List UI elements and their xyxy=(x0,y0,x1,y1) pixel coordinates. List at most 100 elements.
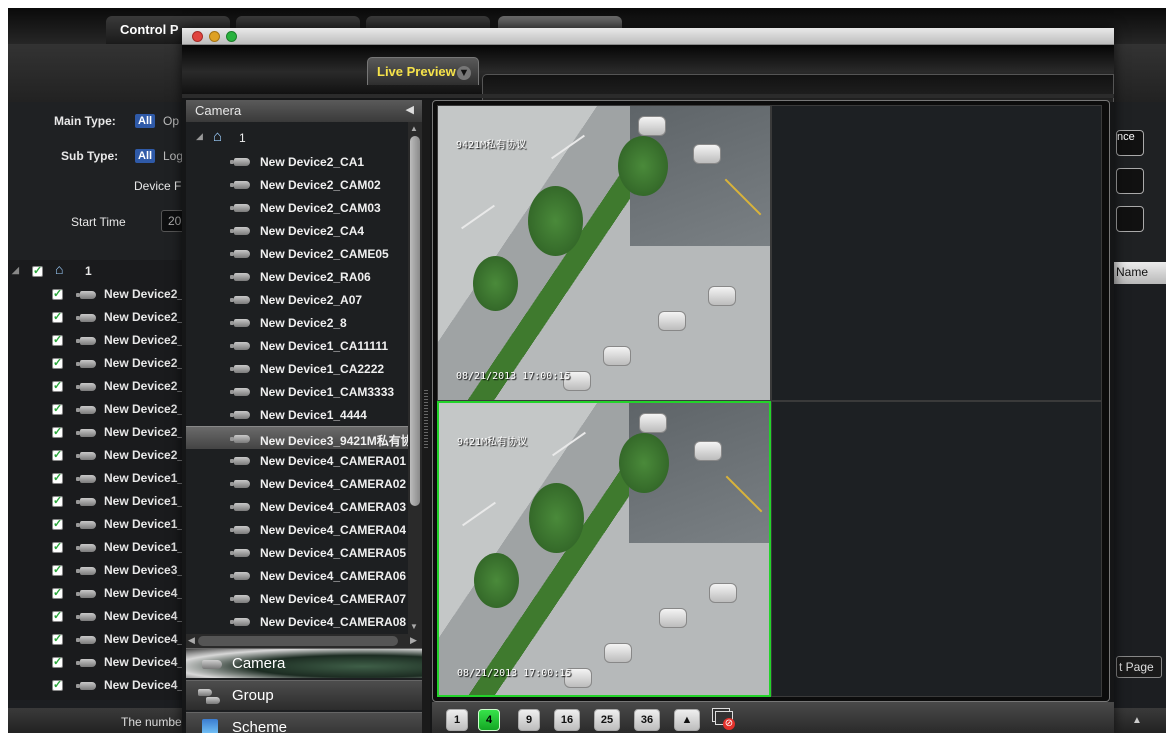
more-layouts-button[interactable]: ▲ xyxy=(674,709,700,731)
expand-icon[interactable]: ◢ xyxy=(12,265,19,276)
camera-list-item[interactable]: New Device2_RA06 xyxy=(186,265,408,288)
name-column-header[interactable]: Name xyxy=(1112,262,1166,284)
layout-36-button[interactable]: 36 xyxy=(634,709,660,731)
video-cell-1[interactable]: 9421M私有协议 08/21/2013 17:00:15 xyxy=(437,105,771,401)
scroll-left-icon[interactable]: ◀ xyxy=(188,635,195,646)
camera-list-item[interactable]: New Device1_CAM3333 xyxy=(186,380,408,403)
tree-device-row[interactable]: New Device1_ xyxy=(8,467,184,490)
checkbox-checked-icon[interactable] xyxy=(52,356,63,369)
scroll-down-icon[interactable]: ▼ xyxy=(410,622,418,631)
tree-device-row[interactable]: New Device3_ xyxy=(8,559,184,582)
camera-list-item[interactable]: New Device2_CA4 xyxy=(186,219,408,242)
checkbox-checked-icon[interactable] xyxy=(32,264,43,277)
tree-device-row[interactable]: New Device4_ xyxy=(8,628,184,651)
tree-device-row[interactable]: New Device4_ xyxy=(8,674,184,697)
nav-scheme-button[interactable]: Scheme xyxy=(186,712,422,733)
nav-camera-button[interactable]: Camera xyxy=(186,648,422,678)
checkbox-checked-icon[interactable] xyxy=(52,402,63,415)
right-edge-field[interactable] xyxy=(1116,168,1144,194)
camera-list-item[interactable]: New Device1_CA2222 xyxy=(186,357,408,380)
scrollbar-thumb[interactable] xyxy=(198,636,398,646)
layout-1-button[interactable]: 1 xyxy=(446,709,468,731)
tree-device-row[interactable]: New Device1_ xyxy=(8,513,184,536)
next-page-button[interactable]: t Page xyxy=(1116,656,1162,678)
camera-list-item[interactable]: New Device4_CAMERA05 xyxy=(186,541,408,564)
checkbox-checked-icon[interactable] xyxy=(52,563,63,576)
camera-list-item[interactable]: New Device3_9421M私有协议 xyxy=(186,426,408,449)
tree-device-row[interactable]: New Device2_ xyxy=(8,283,184,306)
sub-type-all-option[interactable]: All xyxy=(135,149,156,163)
layout-16-button[interactable]: 16 xyxy=(554,709,580,731)
camera-list-item[interactable]: New Device2_A07 xyxy=(186,288,408,311)
scroll-right-icon[interactable]: ▶ xyxy=(410,635,417,646)
camera-list-item[interactable]: New Device2_CA1 xyxy=(186,150,408,173)
scrollbar-thumb[interactable] xyxy=(410,136,420,506)
camera-list-item[interactable]: New Device4_CAMERA07 xyxy=(186,587,408,610)
checkbox-checked-icon[interactable] xyxy=(52,379,63,392)
tab-live-preview[interactable]: Live Preview * ▼ xyxy=(367,57,479,85)
checkbox-checked-icon[interactable] xyxy=(52,425,63,438)
camera-list-item[interactable]: New Device2_CAM02 xyxy=(186,173,408,196)
tree-device-row[interactable]: New Device2_ xyxy=(8,398,184,421)
camera-list-item[interactable]: New Device4_CAMERA08 xyxy=(186,610,408,633)
checkbox-checked-icon[interactable] xyxy=(52,586,63,599)
main-type-all-option[interactable]: All xyxy=(135,114,156,128)
scroll-up-icon[interactable]: ▲ xyxy=(410,124,418,133)
expand-icon[interactable]: ◢ xyxy=(196,131,203,142)
camera-list-item[interactable]: New Device4_CAMERA01 xyxy=(186,449,408,472)
nav-group-button[interactable]: Group xyxy=(186,680,422,710)
camera-tree-root[interactable]: ◢ ⌂ 1 xyxy=(186,128,408,148)
tree-device-row[interactable]: New Device2_ xyxy=(8,444,184,467)
tree-device-row[interactable]: New Device1_ xyxy=(8,536,184,559)
tab-close-icon[interactable]: ▼ xyxy=(457,66,471,80)
scroll-up-icon[interactable]: ▲ xyxy=(1132,715,1142,726)
tree-device-row[interactable]: New Device4_ xyxy=(8,582,184,605)
layout-4-button[interactable]: 4 xyxy=(478,709,500,731)
tree-device-row[interactable]: New Device4_ xyxy=(8,605,184,628)
checkbox-checked-icon[interactable] xyxy=(52,632,63,645)
zoom-window-icon[interactable] xyxy=(226,31,237,42)
camera-list-item[interactable]: New Device4_CAMERA04 xyxy=(186,518,408,541)
checkbox-checked-icon[interactable] xyxy=(52,517,63,530)
camera-tree-vertical-scrollbar[interactable]: ▲ ▼ xyxy=(408,122,422,634)
checkbox-checked-icon[interactable] xyxy=(52,494,63,507)
camera-list-item[interactable]: New Device2_8 xyxy=(186,311,408,334)
tree-device-row[interactable]: New Device2_ xyxy=(8,329,184,352)
collapse-panel-icon[interactable]: ◀ xyxy=(406,103,414,116)
window-titlebar[interactable] xyxy=(182,28,1114,45)
minimize-window-icon[interactable] xyxy=(209,31,220,42)
sub-type-next-option[interactable]: Log xyxy=(163,149,183,163)
checkbox-checked-icon[interactable] xyxy=(52,655,63,668)
layout-9-button[interactable]: 9 xyxy=(518,709,540,731)
checkbox-checked-icon[interactable] xyxy=(52,471,63,484)
camera-list-item[interactable]: New Device4_CAMERA02 xyxy=(186,472,408,495)
tree-device-row[interactable]: New Device2_ xyxy=(8,352,184,375)
layout-25-button[interactable]: 25 xyxy=(594,709,620,731)
splitter-grip[interactable] xyxy=(424,390,428,450)
camera-list-item[interactable]: New Device1_4444 xyxy=(186,403,408,426)
checkbox-checked-icon[interactable] xyxy=(52,448,63,461)
camera-list-item[interactable]: New Device2_CAME05 xyxy=(186,242,408,265)
checkbox-checked-icon[interactable] xyxy=(52,310,63,323)
right-edge-button-2[interactable] xyxy=(1116,206,1144,232)
checkbox-checked-icon[interactable] xyxy=(52,678,63,691)
camera-list-item[interactable]: New Device2_CAM03 xyxy=(186,196,408,219)
camera-tree-horizontal-scrollbar[interactable]: ◀ ▶ xyxy=(186,634,422,648)
close-all-previews-button[interactable]: ⊘ xyxy=(710,706,736,732)
checkbox-checked-icon[interactable] xyxy=(52,609,63,622)
close-window-icon[interactable] xyxy=(192,31,203,42)
video-cell-2[interactable] xyxy=(771,105,1102,401)
panel-splitter[interactable] xyxy=(422,100,430,733)
tree-device-row[interactable]: New Device2_ xyxy=(8,375,184,398)
right-edge-button[interactable]: nce xyxy=(1116,130,1144,156)
main-type-next-option[interactable]: Op xyxy=(163,114,179,128)
tree-device-row[interactable]: New Device1_ xyxy=(8,490,184,513)
tree-device-row[interactable]: New Device2_ xyxy=(8,306,184,329)
tree-device-row[interactable]: New Device2_ xyxy=(8,421,184,444)
tree-device-row[interactable]: New Device4_ xyxy=(8,651,184,674)
video-cell-4[interactable] xyxy=(771,401,1102,697)
camera-list-item[interactable]: New Device1_CA11111 xyxy=(186,334,408,357)
tree-root-row[interactable]: ◢ ⌂ 1 xyxy=(8,260,184,283)
camera-list-item[interactable]: New Device4_CAMERA03 xyxy=(186,495,408,518)
checkbox-checked-icon[interactable] xyxy=(52,540,63,553)
